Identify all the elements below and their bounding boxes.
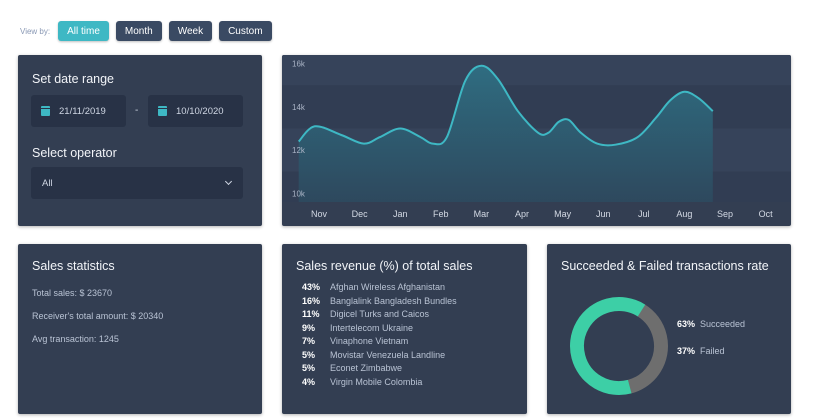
calendar-icon (158, 106, 167, 116)
date-range-card: Set date range 21/11/2019 - 10/10/2020 S… (18, 55, 262, 226)
date-from-value: 21/11/2019 (59, 105, 106, 117)
revenue-pct: 11% (302, 309, 320, 319)
x-tick-label: Jun (596, 209, 611, 219)
revenue-pct: 7% (302, 336, 316, 346)
revenue-pct: 4% (302, 377, 316, 387)
failed-pct: 37% (677, 346, 696, 356)
x-tick-label: Jul (638, 209, 650, 219)
revenue-pct: 9% (302, 323, 316, 333)
failed-label: Failed (700, 346, 725, 356)
operator-name: Afghan Wireless Afghanistan (330, 282, 446, 292)
revenue-pct: 5% (302, 363, 316, 373)
operator-name: Intertelecom Ukraine (330, 323, 414, 333)
operator-select[interactable]: All (31, 167, 243, 199)
x-tick-label: Sep (717, 209, 733, 219)
operator-name: Virgin Mobile Colombia (330, 377, 423, 387)
list-item: 9% Intertelecom Ukraine (302, 323, 413, 333)
revenue-pct: 43% (302, 282, 321, 292)
x-tick-label: Dec (352, 209, 369, 219)
operator-value: All (42, 177, 53, 189)
view-by-bar: View by: All time Month Week Custom (20, 21, 279, 41)
date-range-title: Set date range (32, 72, 115, 86)
revenue-pct: 16% (302, 296, 321, 306)
custom-button[interactable]: Custom (219, 21, 272, 41)
legend-succeeded: 63% Succeeded (677, 319, 745, 329)
all-time-button[interactable]: All time (58, 21, 109, 41)
sales-statistics-card: Sales statistics Total sales: $ 23670 Re… (18, 244, 262, 414)
y-tick-label: 10k (292, 189, 306, 198)
y-tick-label: 16k (292, 60, 306, 69)
x-tick-label: Feb (433, 209, 449, 219)
week-button[interactable]: Week (168, 21, 213, 41)
operator-name: Econet Zimbabwe (330, 363, 403, 373)
operator-name: Banglalink Bangladesh Bundles (330, 296, 457, 306)
list-item: 7% Vinaphone Vietnam (302, 336, 408, 346)
date-separator: - (135, 105, 139, 116)
sales-statistics-title: Sales statistics (32, 259, 115, 273)
transactions-rate-card: Succeeded & Failed transactions rate 63%… (547, 244, 791, 414)
sales-revenue-card: Sales revenue (%) of total sales 43% Afgh… (282, 244, 527, 414)
transactions-donut-chart (570, 297, 668, 395)
date-from-field[interactable]: 21/11/2019 (31, 95, 126, 127)
list-item: 5% Econet Zimbabwe (302, 363, 402, 373)
succeeded-pct: 63% (677, 319, 696, 329)
operator-name: Digicel Turks and Caicos (330, 309, 430, 319)
grid-band (282, 85, 791, 129)
month-button[interactable]: Month (115, 21, 162, 41)
date-to-value: 10/10/2020 (176, 105, 224, 117)
x-tick-label: May (554, 209, 572, 219)
x-tick-label: Jan (393, 209, 408, 219)
x-tick-label: Mar (474, 209, 490, 219)
chevron-down-icon (224, 177, 233, 186)
receivers-total-amount: Receiver's total amount: $ 20340 (32, 311, 164, 321)
x-tick-label: Oct (759, 209, 774, 219)
x-tick-label: Nov (311, 209, 328, 219)
sales-area-chart: 16k 14k 12k 10k Nov Dec Jan Feb Mar Apr May Jun Jul A… (282, 55, 791, 219)
y-tick-label: 12k (292, 146, 306, 155)
sales-revenue-title: Sales revenue (%) of total sales (296, 259, 473, 273)
transactions-rate-title: Succeeded & Failed transactions rate (561, 259, 769, 273)
sales-chart-card: 16k 14k 12k 10k Nov Dec Jan Feb Mar Apr May Jun Jul A… (282, 55, 791, 226)
x-tick-label: Apr (515, 209, 529, 219)
list-item: 4% Virgin Mobile Colombia (302, 377, 422, 387)
y-tick-label: 14k (292, 103, 306, 112)
grid-band (282, 55, 791, 86)
list-item: 16% Banglalink Bangladesh Bundles (302, 296, 457, 306)
calendar-icon (41, 106, 50, 116)
operator-name: Movistar Venezuela Landline (330, 350, 446, 360)
x-tick-label: Aug (676, 209, 692, 219)
list-item: 43% Afghan Wireless Afghanistan (302, 282, 445, 292)
legend-failed: 37% Failed (677, 346, 725, 356)
revenue-pct: 5% (302, 350, 316, 360)
date-to-field[interactable]: 10/10/2020 (148, 95, 243, 127)
total-sales: Total sales: $ 23670 (32, 288, 113, 298)
operator-title: Select operator (32, 146, 117, 160)
avg-transaction: Avg transaction: 1245 (32, 334, 119, 344)
succeeded-label: Succeeded (700, 319, 746, 329)
operator-name: Vinaphone Vietnam (330, 336, 409, 346)
view-by-label: View by: (20, 26, 51, 36)
list-item: 11% Digicel Turks and Caicos (302, 309, 429, 319)
list-item: 5% Movistar Venezuela Landline (302, 350, 445, 360)
